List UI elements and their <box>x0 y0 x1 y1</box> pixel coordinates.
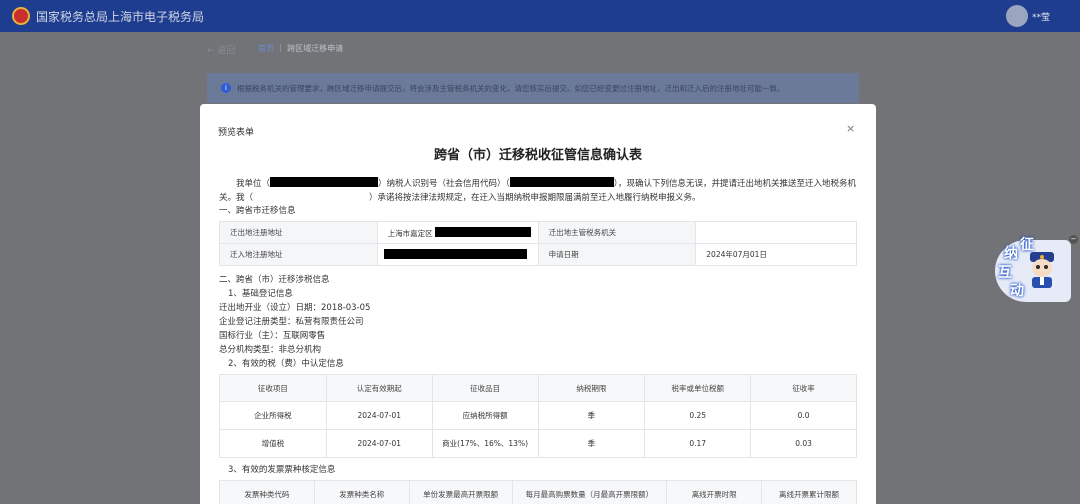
table-header: 每月最高购票数量（月最高开票限额） <box>511 480 668 504</box>
notice-text: 根据税务机关的管理要求，跨区域迁移申请提交后，将会涉及主管税务机关的变化，请您核… <box>237 84 785 93</box>
table-cell: 季 <box>537 401 646 430</box>
redacted-in-address <box>383 249 527 259</box>
document-title: 跨省（市）迁移税收征管信息确认表 <box>433 148 642 163</box>
widget-char: 互 <box>998 265 1012 281</box>
in-address-value <box>376 243 539 266</box>
table-header: 单份发票最高开票限额 <box>408 480 513 504</box>
widget-close-icon[interactable]: − <box>1069 235 1078 244</box>
table-cell: 0.25 <box>644 401 752 430</box>
widget-char: 纳 <box>1004 246 1018 262</box>
subsection-2-heading: 2、有效的税（费）中认定信息 <box>228 359 344 369</box>
out-address-value: 上海市嘉定区 <box>376 221 539 244</box>
user-name[interactable]: **莹 <box>1032 10 1050 23</box>
breadcrumb-home[interactable]: 首页 <box>258 44 274 53</box>
registration-type: 企业登记注册类型：私营有限责任公司 <box>219 317 364 327</box>
table-row: 企业所得税 2024-07-01 应纳税所得额 季 0.25 0.0 <box>219 401 857 430</box>
para-part-4: ）承诺将按法律法规规定，在迁入当期纳税申报期限届满前至迁入地履行纳税申报义务。 <box>369 193 701 203</box>
breadcrumb-separator: ｜ <box>276 44 285 53</box>
date-label: 申请日期 <box>537 243 697 266</box>
tax-bureau-logo-icon <box>12 7 30 25</box>
breadcrumb: 首页 ｜ 跨区域迁移申请 <box>258 43 343 54</box>
redacted-out-address <box>434 226 531 237</box>
redacted-tax-id <box>509 177 614 187</box>
table-header: 发票种类名称 <box>313 480 410 504</box>
table-cell: 2024-07-01 <box>325 401 433 430</box>
out-authority-value <box>695 221 857 244</box>
table-cell: 商业(17%、16%、13%) <box>431 429 539 458</box>
notice-banner: i 根据税务机关的管理要求，跨区域迁移申请提交后，将会涉及主管税务机关的变化，请… <box>207 73 859 103</box>
widget-char: 动 <box>1010 283 1024 299</box>
table-row: 增值税 2024-07-01 商业(17%、16%、13%) 季 0.17 0.… <box>219 429 857 458</box>
table-cell: 企业所得税 <box>219 401 327 430</box>
mascot-icon <box>1030 252 1054 288</box>
section-2-heading: 二、跨省（市）迁移涉税信息 <box>219 275 330 285</box>
breadcrumb-current: 跨区域迁移申请 <box>287 44 344 53</box>
industry: 国标行业（主）：互联网零售 <box>219 331 326 341</box>
section-1-heading: 一、跨省市迁移信息 <box>219 206 296 216</box>
info-icon: i <box>221 83 231 93</box>
para-part-1: 我单位（ <box>236 179 271 189</box>
table-header: 征收品目 <box>431 374 539 402</box>
table-cell: 应纳税所得额 <box>431 401 539 430</box>
table-cell: 2024-07-01 <box>325 429 433 458</box>
open-date: 迁出地开业（设立）日期：2018-03-05 <box>219 303 371 313</box>
subsection-3-heading: 3、有效的发票票种核定信息 <box>228 465 336 475</box>
in-address-label: 迁入地注册地址 <box>219 243 378 266</box>
table-header-row: 发票种类代码 发票种类名称 单份发票最高开票限额 每月最高购票数量（月最高开票限… <box>219 480 857 504</box>
preview-modal: 预览表单 × 跨省（市）迁移税收征管信息确认表 我单位（ ）纳税人识别号（社会信用… <box>200 104 876 504</box>
interaction-widget[interactable]: 征 纳 互 动 <box>995 237 1071 302</box>
migration-info-table: 迁出地注册地址 上海市嘉定区 迁出地主管税务机关 迁入地注册地址 申请日期 20… <box>219 221 857 266</box>
modal-title: 预览表单 <box>218 128 255 138</box>
date-value: 2024年07月01日 <box>695 243 857 266</box>
table-cell: 增值税 <box>219 429 327 458</box>
table-header: 纳税期限 <box>537 374 646 402</box>
table-header-row: 征收项目 认定有效期起 征收品目 纳税期限 税率或单位税额 征收率 <box>219 374 857 402</box>
table-cell: 0.17 <box>644 429 752 458</box>
table-header: 离线开票累计限额 <box>761 480 857 504</box>
branch-type: 总分机构类型：非总分机构 <box>219 345 322 355</box>
table-header: 税率或单位税额 <box>644 374 752 402</box>
para-part-2: ）纳税人识别号（社会信用代码）（ <box>378 179 510 189</box>
table-header: 离线开票时限 <box>666 480 763 504</box>
table-header: 征收项目 <box>219 374 327 402</box>
table-cell: 季 <box>537 429 646 458</box>
tax-info-table: 征收项目 认定有效期起 征收品目 纳税期限 税率或单位税额 征收率 企业所得税 … <box>219 374 857 458</box>
table-header: 发票种类代码 <box>219 480 315 504</box>
invoice-info-table: 发票种类代码 发票种类名称 单份发票最高开票限额 每月最高购票数量（月最高开票限… <box>219 480 857 504</box>
out-address-label: 迁出地注册地址 <box>219 221 378 244</box>
table-header: 认定有效期起 <box>325 374 433 402</box>
table-cell: 0.0 <box>750 401 857 430</box>
redacted-company-name <box>270 177 379 187</box>
table-header: 征收率 <box>750 374 857 402</box>
confirmation-paragraph: 我单位（ ）纳税人识别号（社会信用代码）（ ），现确认下列信息无误，并提请迁出地机关… <box>219 177 859 204</box>
subsection-1-heading: 1、基础登记信息 <box>228 289 293 299</box>
back-link[interactable]: ← 返回 <box>207 43 235 56</box>
out-authority-label: 迁出地主管税务机关 <box>537 221 697 244</box>
table-cell: 0.03 <box>750 429 857 458</box>
app-title: 国家税务总局上海市电子税务局 <box>36 10 205 24</box>
avatar[interactable] <box>1006 5 1028 27</box>
top-bar: 国家税务总局上海市电子税务局 **莹 <box>0 0 1080 32</box>
close-icon[interactable]: × <box>846 122 855 135</box>
